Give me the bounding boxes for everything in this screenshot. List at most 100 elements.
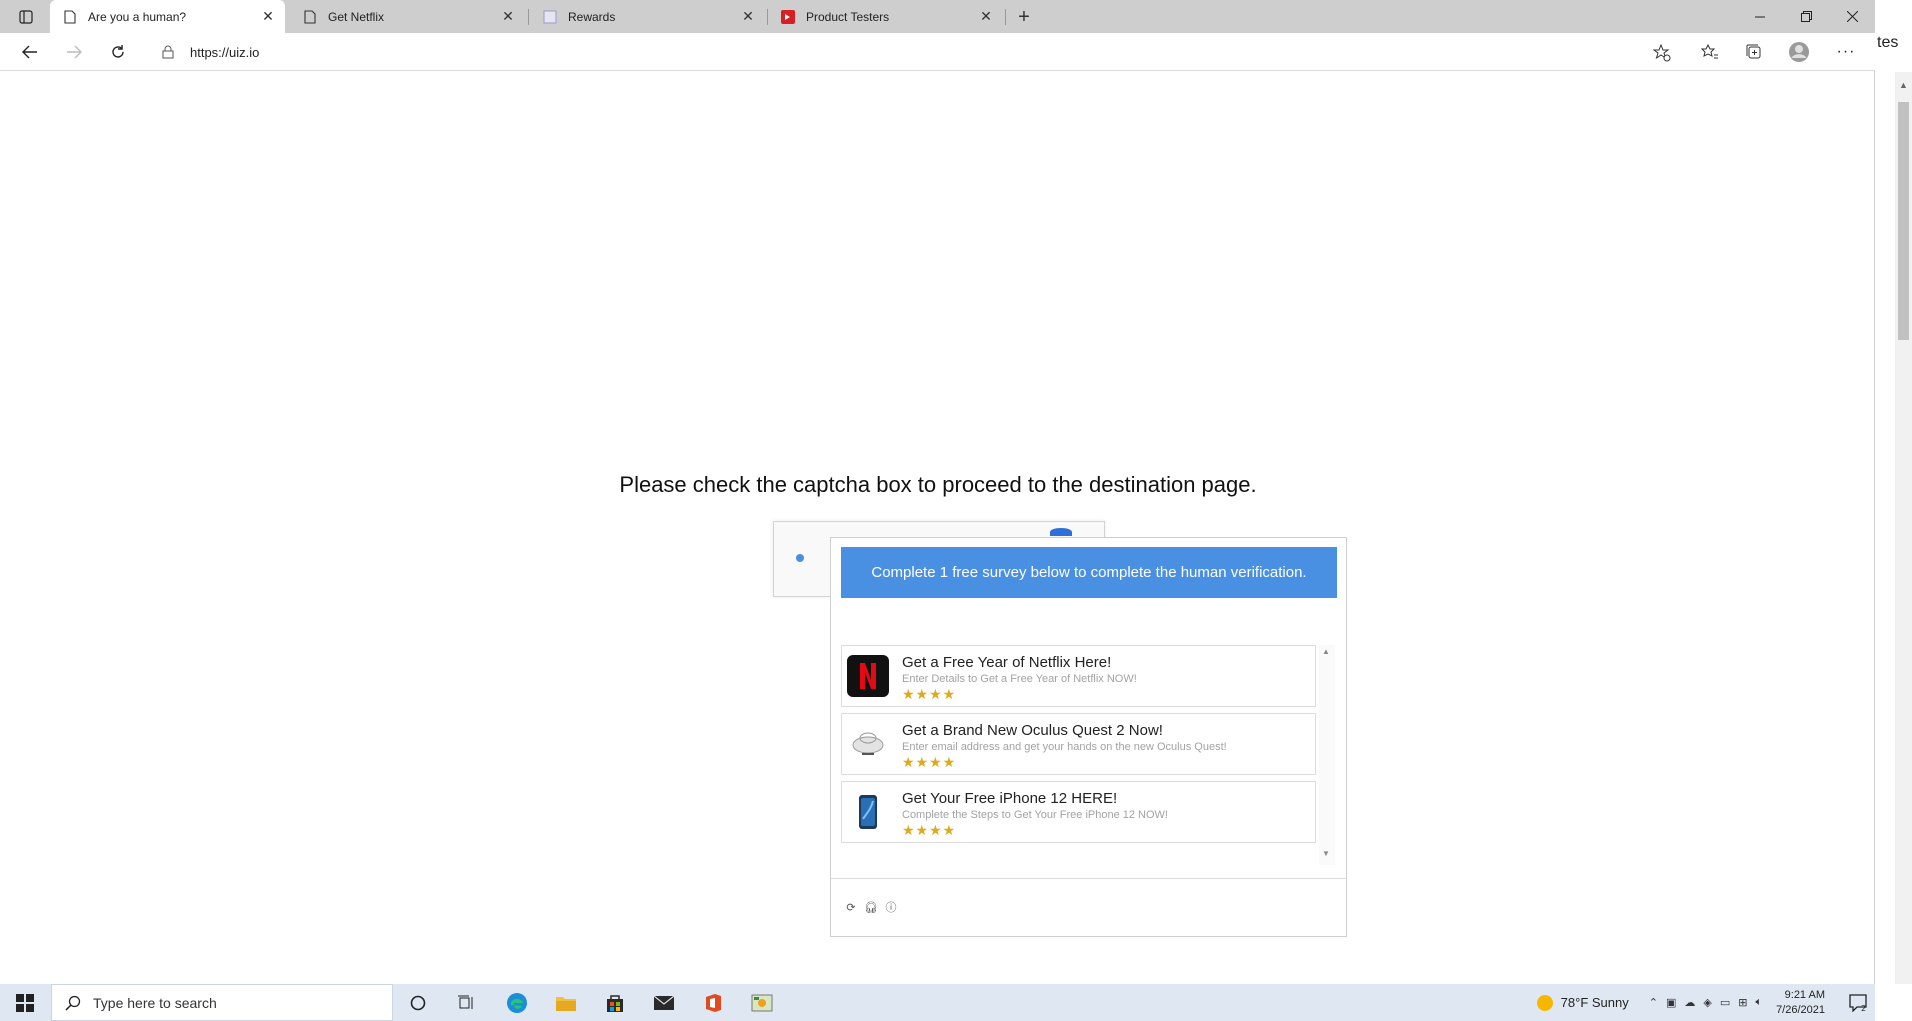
tab-actions-button[interactable] [12, 7, 40, 27]
offer-description: Enter Details to Get a Free Year of Netf… [902, 673, 1137, 685]
tab-rewards[interactable]: Rewards ✕ [530, 0, 765, 33]
start-button[interactable] [0, 984, 50, 1021]
close-icon[interactable]: ✕ [497, 6, 519, 28]
taskbar-search[interactable]: Type here to search [51, 984, 393, 1021]
edge-icon [507, 993, 527, 1013]
offer-scrollbar[interactable]: ▲ ▼ [1319, 645, 1335, 865]
tab-title: Product Testers [806, 9, 890, 24]
page-icon [62, 9, 78, 25]
notification-button[interactable]: 2 [1843, 984, 1875, 1021]
survey-overlay: Complete 1 free survey below to complete… [830, 537, 1347, 937]
lock-icon[interactable] [160, 44, 176, 60]
close-icon [1846, 11, 1858, 22]
captcha-spinner [796, 554, 804, 562]
weather-text[interactable]: 78°F Sunny [1561, 995, 1629, 1010]
settings-more-button[interactable]: ··· [1833, 39, 1859, 65]
favorites-icon [1701, 43, 1718, 59]
background-window-text: tes [1877, 34, 1899, 51]
search-icon [65, 995, 81, 1011]
tab-title: Rewards [568, 9, 616, 24]
offer-oculus[interactable]: Get a Brand New Oculus Quest 2 Now! Ente… [841, 713, 1316, 775]
edge-taskbar-button[interactable] [502, 989, 532, 1017]
task-view-icon [458, 995, 473, 1009]
minimize-button[interactable] [1737, 0, 1783, 33]
cortana-button[interactable] [403, 989, 433, 1017]
background-window-scrollbar[interactable]: ▲ [1895, 72, 1912, 984]
window-controls [1737, 0, 1875, 33]
offer-iphone[interactable]: Get Your Free iPhone 12 HERE! Complete t… [841, 781, 1316, 843]
tab-actions-icon [19, 10, 33, 24]
refresh-icon[interactable]: ⟳ [844, 900, 858, 914]
scrollbar-thumb[interactable] [1898, 102, 1909, 340]
tab-title: Get Netflix [328, 9, 385, 24]
avatar-icon [1789, 42, 1809, 62]
task-view-button[interactable] [451, 989, 481, 1017]
tab-product-testers[interactable]: Product Testers ✕ [768, 0, 1003, 33]
file-explorer-button[interactable] [551, 989, 581, 1017]
office-button[interactable] [698, 989, 728, 1017]
close-icon[interactable]: ✕ [737, 6, 759, 28]
offer-list: Get a Free Year of Netflix Here! Enter D… [841, 645, 1316, 857]
refresh-icon [112, 45, 124, 58]
search-placeholder: Type here to search [93, 994, 217, 1011]
onedrive-icon[interactable]: ☁ [1684, 996, 1695, 1009]
product-testers-icon [780, 9, 796, 25]
app-button[interactable] [747, 989, 777, 1017]
meet-now-icon[interactable]: ▣ [1666, 996, 1676, 1009]
taskbar: Type here to search 78°F Sunny ⌃ ▣ ☁ ◈ ▭… [0, 984, 1875, 1021]
close-icon[interactable]: ✕ [257, 6, 279, 28]
info-icon[interactable]: ⓘ [884, 900, 898, 914]
chevron-up-icon[interactable]: ⌃ [1649, 996, 1658, 1009]
offer-title: Get a Free Year of Netflix Here! [902, 654, 1112, 671]
mail-button[interactable] [649, 989, 679, 1017]
star-rating: ★★★★ [902, 754, 957, 770]
refresh-button[interactable] [103, 38, 133, 66]
tab-get-netflix[interactable]: Get Netflix ✕ [290, 0, 525, 33]
offer-netflix[interactable]: Get a Free Year of Netflix Here! Enter D… [841, 645, 1316, 707]
profile-button[interactable] [1786, 39, 1812, 65]
iphone-image [847, 791, 889, 833]
forward-button[interactable] [59, 38, 89, 66]
mail-icon [653, 995, 675, 1010]
windows-icon [16, 993, 34, 1012]
rewards-page-icon [542, 9, 558, 25]
clock-time: 9:21 AM [1784, 988, 1825, 1001]
scroll-up-icon[interactable]: ▲ [1899, 80, 1908, 90]
more-icon: ··· [1836, 43, 1856, 60]
sun-icon[interactable] [1536, 994, 1553, 1011]
browser-toolbar: https://uiz.io ··· [0, 33, 1875, 71]
scroll-up-icon[interactable]: ▲ [1322, 647, 1330, 656]
folder-icon [556, 997, 576, 1011]
collections-button[interactable] [1741, 39, 1767, 65]
tab-separator [1005, 9, 1006, 25]
new-tab-button[interactable]: + [1011, 4, 1037, 30]
page-viewport: Please check the captcha box to proceed … [2, 72, 1874, 984]
clock[interactable]: 9:21 AM 7/26/2021 [1776, 988, 1825, 1018]
offer-description: Complete the Steps to Get Your Free iPho… [902, 809, 1168, 821]
star-rating: ★★★★ [902, 822, 957, 838]
address-bar[interactable]: https://uiz.io [146, 37, 1686, 67]
clock-date: 7/26/2021 [1776, 1003, 1825, 1016]
battery-icon[interactable]: ▭ [1720, 996, 1730, 1009]
volume-icon[interactable]: 🔈︎ [1755, 996, 1762, 1009]
oculus-headset-image [847, 723, 889, 765]
offer-description: Enter email address and get your hands o… [902, 741, 1227, 753]
favorites-button[interactable] [1697, 39, 1723, 65]
close-icon[interactable]: ✕ [975, 6, 997, 28]
store-button[interactable] [600, 989, 630, 1017]
add-favorite-button[interactable] [1652, 43, 1672, 63]
survey-banner: Complete 1 free survey below to complete… [841, 547, 1337, 598]
network-icon[interactable]: ⊞ [1738, 996, 1747, 1009]
action-icon[interactable]: ◈ [1703, 996, 1711, 1009]
tab-are-you-human[interactable]: Are you a human? ✕ [50, 0, 285, 33]
star-plus-icon [1653, 44, 1671, 62]
close-window-button[interactable] [1829, 0, 1875, 33]
headphones-icon[interactable]: 🎧︎ [864, 900, 878, 914]
system-tray: 78°F Sunny ⌃ ▣ ☁ ◈ ▭ ⊞ 🔈︎ 9:21 AM 7/26/2… [1536, 984, 1875, 1021]
back-button[interactable] [15, 38, 45, 66]
url-text[interactable]: https://uiz.io [190, 45, 259, 60]
tab-title: Are you a human? [88, 9, 187, 24]
restore-button[interactable] [1783, 0, 1829, 33]
screen: Are you a human? ✕ Get Netflix ✕ Rewards… [0, 0, 1912, 1021]
scroll-down-icon[interactable]: ▼ [1322, 849, 1330, 858]
